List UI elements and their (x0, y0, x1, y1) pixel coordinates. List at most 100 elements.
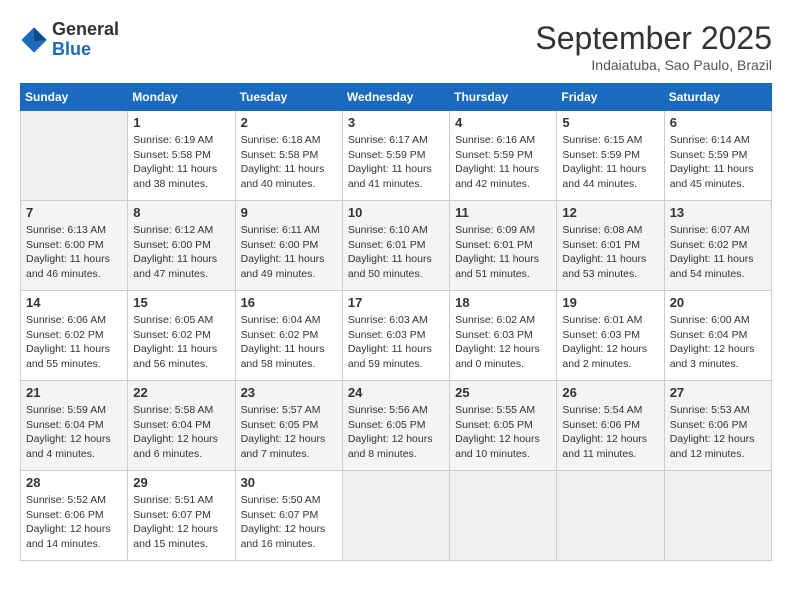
day-number: 20 (670, 295, 766, 310)
day-number: 14 (26, 295, 122, 310)
day-number: 9 (241, 205, 337, 220)
calendar-cell: 11 Sunrise: 6:09 AMSunset: 6:01 PMDayligh… (450, 201, 557, 291)
day-number: 26 (562, 385, 658, 400)
day-info: Sunrise: 6:12 AMSunset: 6:00 PMDaylight:… (133, 223, 229, 282)
day-number: 8 (133, 205, 229, 220)
day-info: Sunrise: 6:17 AMSunset: 5:59 PMDaylight:… (348, 133, 444, 192)
day-info: Sunrise: 6:01 AMSunset: 6:03 PMDaylight:… (562, 313, 658, 372)
calendar-cell: 6 Sunrise: 6:14 AMSunset: 5:59 PMDaylight… (664, 111, 771, 201)
day-info: Sunrise: 5:54 AMSunset: 6:06 PMDaylight:… (562, 403, 658, 462)
day-info: Sunrise: 6:00 AMSunset: 6:04 PMDaylight:… (670, 313, 766, 372)
day-info: Sunrise: 6:18 AMSunset: 5:58 PMDaylight:… (241, 133, 337, 192)
calendar-cell: 30Sunrise: 5:50 AMSunset: 6:07 PMDayligh… (235, 471, 342, 561)
day-info: Sunrise: 6:15 AMSunset: 5:59 PMDaylight:… (562, 133, 658, 192)
day-info: Sunrise: 5:55 AMSunset: 6:05 PMDaylight:… (455, 403, 551, 462)
calendar-cell (21, 111, 128, 201)
month-title: September 2025 (535, 20, 772, 57)
day-number: 6 (670, 115, 766, 130)
calendar-cell: 1 Sunrise: 6:19 AMSunset: 5:58 PMDaylight… (128, 111, 235, 201)
calendar-table: SundayMondayTuesdayWednesdayThursdayFrid… (20, 83, 772, 561)
day-number: 21 (26, 385, 122, 400)
day-info: Sunrise: 6:14 AMSunset: 5:59 PMDaylight:… (670, 133, 766, 192)
day-info: Sunrise: 6:08 AMSunset: 6:01 PMDaylight:… (562, 223, 658, 282)
day-number: 3 (348, 115, 444, 130)
day-number: 11 (455, 205, 551, 220)
day-info: Sunrise: 6:06 AMSunset: 6:02 PMDaylight:… (26, 313, 122, 372)
calendar-cell (450, 471, 557, 561)
logo: General Blue (20, 20, 119, 60)
calendar-cell: 26 Sunrise: 5:54 AMSunset: 6:06 PMDayligh… (557, 381, 664, 471)
calendar-cell: 24 Sunrise: 5:56 AMSunset: 6:05 PMDayligh… (342, 381, 449, 471)
calendar-cell: 27 Sunrise: 5:53 AMSunset: 6:06 PMDayligh… (664, 381, 771, 471)
day-info: Sunrise: 6:13 AMSunset: 6:00 PMDaylight:… (26, 223, 122, 282)
calendar-cell: 17Sunrise: 6:03 AMSunset: 6:03 PMDayligh… (342, 291, 449, 381)
day-info: Sunrise: 5:58 AMSunset: 6:04 PMDaylight:… (133, 403, 229, 462)
calendar-cell: 16 Sunrise: 6:04 AMSunset: 6:02 PMDayligh… (235, 291, 342, 381)
weekday-header-wednesday: Wednesday (342, 84, 449, 111)
calendar-cell: 4 Sunrise: 6:16 AMSunset: 5:59 PMDaylight… (450, 111, 557, 201)
logo-icon (20, 26, 48, 54)
calendar-cell: 21Sunrise: 5:59 AMSunset: 6:04 PMDayligh… (21, 381, 128, 471)
calendar-cell: 29 Sunrise: 5:51 AMSunset: 6:07 PMDayligh… (128, 471, 235, 561)
day-info: Sunrise: 6:19 AMSunset: 5:58 PMDaylight:… (133, 133, 229, 192)
calendar-cell (664, 471, 771, 561)
day-number: 1 (133, 115, 229, 130)
day-number: 16 (241, 295, 337, 310)
title-block: September 2025 Indaiatuba, Sao Paulo, Br… (535, 20, 772, 73)
week-row-3: 14 Sunrise: 6:06 AMSunset: 6:02 PMDayligh… (21, 291, 772, 381)
calendar-cell: 13 Sunrise: 6:07 AMSunset: 6:02 PMDayligh… (664, 201, 771, 291)
day-number: 4 (455, 115, 551, 130)
day-info: Sunrise: 6:16 AMSunset: 5:59 PMDaylight:… (455, 133, 551, 192)
calendar-cell: 22 Sunrise: 5:58 AMSunset: 6:04 PMDayligh… (128, 381, 235, 471)
day-number: 7 (26, 205, 122, 220)
week-row-4: 21Sunrise: 5:59 AMSunset: 6:04 PMDayligh… (21, 381, 772, 471)
calendar-cell: 12 Sunrise: 6:08 AMSunset: 6:01 PMDayligh… (557, 201, 664, 291)
calendar-cell: 28Sunrise: 5:52 AMSunset: 6:06 PMDayligh… (21, 471, 128, 561)
day-info: Sunrise: 6:07 AMSunset: 6:02 PMDaylight:… (670, 223, 766, 282)
day-info: Sunrise: 6:02 AMSunset: 6:03 PMDaylight:… (455, 313, 551, 372)
day-number: 5 (562, 115, 658, 130)
day-info: Sunrise: 5:50 AMSunset: 6:07 PMDaylight:… (241, 493, 337, 552)
calendar-cell: 15 Sunrise: 6:05 AMSunset: 6:02 PMDayligh… (128, 291, 235, 381)
page-header: General Blue September 2025 Indaiatuba, … (20, 20, 772, 73)
week-row-2: 7 Sunrise: 6:13 AMSunset: 6:00 PMDaylight… (21, 201, 772, 291)
calendar-cell: 9 Sunrise: 6:11 AMSunset: 6:00 PMDaylight… (235, 201, 342, 291)
weekday-header-saturday: Saturday (664, 84, 771, 111)
day-info: Sunrise: 5:56 AMSunset: 6:05 PMDaylight:… (348, 403, 444, 462)
day-number: 15 (133, 295, 229, 310)
weekday-header-thursday: Thursday (450, 84, 557, 111)
calendar-cell: 3 Sunrise: 6:17 AMSunset: 5:59 PMDaylight… (342, 111, 449, 201)
day-number: 12 (562, 205, 658, 220)
calendar-cell: 10Sunrise: 6:10 AMSunset: 6:01 PMDayligh… (342, 201, 449, 291)
day-number: 18 (455, 295, 551, 310)
day-number: 24 (348, 385, 444, 400)
day-number: 27 (670, 385, 766, 400)
day-info: Sunrise: 5:53 AMSunset: 6:06 PMDaylight:… (670, 403, 766, 462)
day-number: 2 (241, 115, 337, 130)
calendar-cell (557, 471, 664, 561)
weekday-header-friday: Friday (557, 84, 664, 111)
calendar-cell: 8 Sunrise: 6:12 AMSunset: 6:00 PMDaylight… (128, 201, 235, 291)
day-number: 19 (562, 295, 658, 310)
day-number: 13 (670, 205, 766, 220)
calendar-cell (342, 471, 449, 561)
day-number: 10 (348, 205, 444, 220)
calendar-cell: 18 Sunrise: 6:02 AMSunset: 6:03 PMDayligh… (450, 291, 557, 381)
day-info: Sunrise: 6:04 AMSunset: 6:02 PMDaylight:… (241, 313, 337, 372)
day-info: Sunrise: 6:05 AMSunset: 6:02 PMDaylight:… (133, 313, 229, 372)
day-number: 22 (133, 385, 229, 400)
day-info: Sunrise: 5:51 AMSunset: 6:07 PMDaylight:… (133, 493, 229, 552)
day-info: Sunrise: 6:03 AMSunset: 6:03 PMDaylight:… (348, 313, 444, 372)
calendar-cell: 23Sunrise: 5:57 AMSunset: 6:05 PMDayligh… (235, 381, 342, 471)
day-number: 29 (133, 475, 229, 490)
day-info: Sunrise: 5:52 AMSunset: 6:06 PMDaylight:… (26, 493, 122, 552)
calendar-cell: 5 Sunrise: 6:15 AMSunset: 5:59 PMDaylight… (557, 111, 664, 201)
day-info: Sunrise: 6:09 AMSunset: 6:01 PMDaylight:… (455, 223, 551, 282)
calendar-cell: 25 Sunrise: 5:55 AMSunset: 6:05 PMDayligh… (450, 381, 557, 471)
day-number: 25 (455, 385, 551, 400)
weekday-header-monday: Monday (128, 84, 235, 111)
calendar-cell: 20 Sunrise: 6:00 AMSunset: 6:04 PMDayligh… (664, 291, 771, 381)
day-info: Sunrise: 5:57 AMSunset: 6:05 PMDaylight:… (241, 403, 337, 462)
day-info: Sunrise: 6:11 AMSunset: 6:00 PMDaylight:… (241, 223, 337, 282)
week-row-1: 1 Sunrise: 6:19 AMSunset: 5:58 PMDaylight… (21, 111, 772, 201)
